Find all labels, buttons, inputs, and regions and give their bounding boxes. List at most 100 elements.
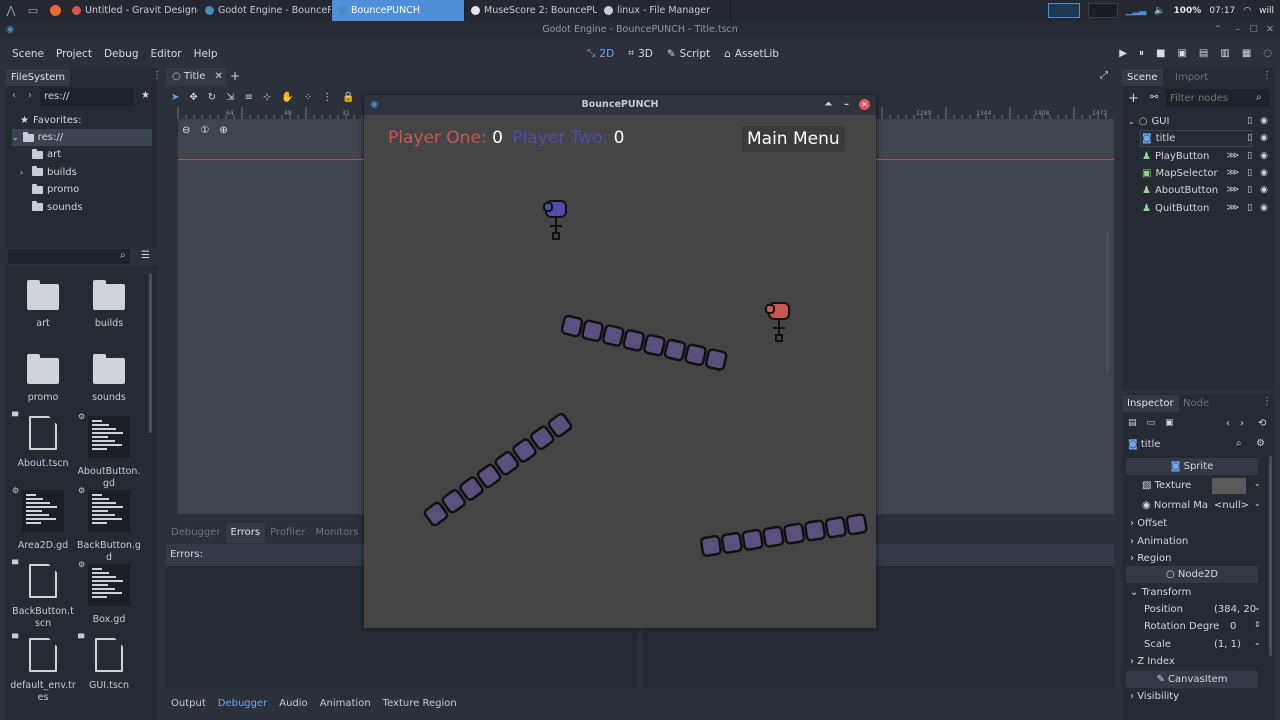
task-4[interactable]: linux - File Manager — [598, 0, 731, 21]
rotation-value[interactable]: 0 — [1230, 618, 1236, 635]
file-item[interactable]: art — [10, 278, 76, 330]
signal-icon[interactable]: ⋙ — [1226, 148, 1239, 165]
tree-root[interactable]: ⌄ res:// — [12, 129, 152, 146]
file-item[interactable]: promo — [10, 352, 76, 404]
position-value[interactable]: (384, 20 — [1214, 601, 1256, 618]
search-icon[interactable]: ⌕ — [1236, 438, 1242, 449]
tab-profiler[interactable]: Profiler — [265, 523, 310, 543]
script-icon[interactable]: ▯ — [1247, 113, 1252, 130]
movie-icon[interactable]: ▥ — [1220, 48, 1229, 59]
script-icon[interactable]: ▯ — [1247, 182, 1252, 199]
list-tool-icon[interactable]: ≡ — [245, 92, 253, 103]
task-3[interactable]: MuseScore 2: BouncePUN... — [465, 0, 598, 21]
tree-folder-promo[interactable]: promo — [20, 181, 79, 198]
save-icon[interactable]: ▣ — [1165, 418, 1174, 428]
dock-menu-icon[interactable]: ⋮ — [1262, 70, 1272, 81]
panel-tab-texture-region[interactable]: Texture Region — [383, 698, 457, 709]
menu-help[interactable]: Help — [188, 48, 224, 60]
inspector-scrollbar[interactable] — [1269, 456, 1272, 656]
texture-property[interactable]: ▧ Texture — [1122, 477, 1272, 494]
dock-menu-icon[interactable]: ⋮ — [1262, 396, 1272, 407]
launcher-icon[interactable]: ⋀ — [0, 0, 22, 21]
expand-icon[interactable]: ⌄ — [1128, 113, 1135, 130]
desktop-icon[interactable]: ▭ — [22, 0, 44, 21]
rotate-tool-icon[interactable]: ↻ — [208, 92, 216, 103]
signal-icon[interactable]: ⋙ — [1226, 182, 1239, 199]
task-2[interactable]: BouncePUNCH — [332, 0, 465, 21]
chevron-down-icon[interactable]: ⌄ — [1254, 638, 1261, 647]
pause-icon[interactable]: ⏸ — [1139, 48, 1144, 59]
history-icon[interactable]: ⟲ — [1258, 418, 1266, 429]
normal-map-property[interactable]: ◉ Normal Ma — [1122, 497, 1272, 514]
tree-folder-builds[interactable]: › builds — [20, 164, 77, 181]
task-1[interactable]: Godot Engine - BouncePU... — [199, 0, 332, 21]
open-icon[interactable]: ▭ — [1147, 418, 1156, 428]
mode-assetlib[interactable]: ⌂ AssetLib — [717, 47, 786, 60]
keep-above-icon[interactable]: ⏶ — [824, 95, 832, 115]
panel-tab-audio[interactable]: Audio — [279, 698, 307, 709]
filter-nodes-input[interactable] — [1166, 89, 1270, 107]
mode-script[interactable]: ✎ Script — [660, 47, 717, 60]
workspace-switcher[interactable] — [1047, 3, 1080, 18]
file-item[interactable]: sounds — [76, 352, 142, 404]
section-offset[interactable]: › Offset — [1122, 515, 1272, 532]
zoom-in-icon[interactable]: ⊕ — [219, 125, 227, 136]
minimize-icon[interactable]: – — [1235, 21, 1240, 39]
firefox-icon[interactable] — [44, 0, 66, 21]
file-item[interactable]: ⚙ Box.gd — [76, 560, 142, 626]
play-custom-icon[interactable]: ▤ — [1199, 48, 1208, 59]
close-icon[interactable]: ✕ — [1266, 21, 1274, 39]
transform-section[interactable]: ⌄ Transform — [1122, 584, 1272, 601]
normal-map-value[interactable]: <null> — [1214, 497, 1249, 514]
panel-tab-animation[interactable]: Animation — [320, 698, 371, 709]
scene-node-quitbutton[interactable]: ♟ QuitButton ⋙ ▯ ◉ — [1122, 200, 1274, 217]
tab-scene[interactable]: Scene — [1122, 69, 1163, 86]
tab-errors[interactable]: Errors — [225, 523, 266, 543]
scene-node-title[interactable]: ◙ title ▯ ◉ — [1122, 130, 1274, 148]
zoom-out-icon[interactable]: ⊖ — [182, 125, 190, 136]
scale-tool-icon[interactable]: ⇲ — [226, 92, 234, 103]
minimize-icon[interactable]: – — [844, 95, 849, 115]
tab-inspector[interactable]: Inspector — [1122, 395, 1179, 412]
file-item[interactable]: ▀ default_env.tres — [10, 634, 76, 704]
play-scene-icon[interactable]: ▣ — [1177, 48, 1186, 59]
expand-icon[interactable]: › — [20, 164, 28, 181]
history-forward-icon[interactable]: › — [1240, 418, 1244, 429]
game-window[interactable]: ◉ BouncePUNCH ⏶ – ✕ Player One: 0 Player… — [364, 95, 876, 628]
file-item[interactable]: ▀ GUI.tscn — [76, 634, 142, 692]
dock-menu-icon[interactable]: ⋮ — [152, 70, 162, 81]
scene-node-gui[interactable]: ⌄ ○ GUI ▯ ◉ — [1122, 113, 1274, 130]
play-icon[interactable]: ▶ — [1119, 48, 1127, 59]
add-node-icon[interactable]: + — [1128, 91, 1139, 106]
distraction-free-icon[interactable]: ⤢ — [1100, 70, 1108, 81]
visibility-eye-icon[interactable]: ◉ — [1260, 182, 1268, 199]
file-item[interactable]: ⚙ BackButton.gd — [76, 486, 142, 564]
script-icon[interactable]: ▯ — [1247, 200, 1252, 217]
file-item[interactable]: ▀ BackButton.tscn — [10, 560, 76, 630]
section-region[interactable]: › Region — [1122, 550, 1272, 567]
chevron-down-icon[interactable]: ⌄ — [1254, 603, 1261, 612]
zoom-reset-icon[interactable]: ① — [200, 125, 209, 136]
tree-folder-sounds[interactable]: sounds — [20, 199, 83, 216]
favorite-star-icon[interactable]: ★ — [141, 90, 150, 101]
task-0[interactable]: Untitled - Gravit Designer -... — [66, 0, 199, 21]
scene-node-mapselector[interactable]: ▣ MapSelector ⋙ ▯ ◉ — [1122, 165, 1274, 182]
panel-tab-debugger[interactable]: Debugger — [218, 698, 268, 709]
signal-icon[interactable]: ⋙ — [1226, 200, 1239, 217]
visibility-eye-icon[interactable]: ◉ — [1260, 130, 1268, 147]
panel-tab-output[interactable]: Output — [171, 698, 206, 709]
scene-node-aboutbutton[interactable]: ♟ AboutButton ⋙ ▯ ◉ — [1122, 182, 1274, 199]
forward-icon[interactable]: › — [28, 90, 32, 101]
fs-scrollbar[interactable] — [149, 273, 152, 433]
close-tab-icon[interactable]: ✕ — [215, 71, 223, 82]
visibility-eye-icon[interactable]: ◉ — [1260, 200, 1268, 217]
menu-debug[interactable]: Debug — [98, 48, 145, 60]
list-view-icon[interactable]: ☰ — [141, 250, 150, 261]
section-animation[interactable]: › Animation — [1122, 533, 1272, 550]
fs-search-input[interactable] — [8, 249, 130, 264]
maximize-icon[interactable]: ☐ — [1249, 21, 1258, 39]
new-resource-icon[interactable]: ▤ — [1128, 418, 1137, 428]
add-tab-icon[interactable]: + — [230, 69, 240, 83]
visibility-eye-icon[interactable]: ◉ — [1260, 148, 1268, 165]
zindex-section[interactable]: › Z Index — [1122, 653, 1272, 670]
